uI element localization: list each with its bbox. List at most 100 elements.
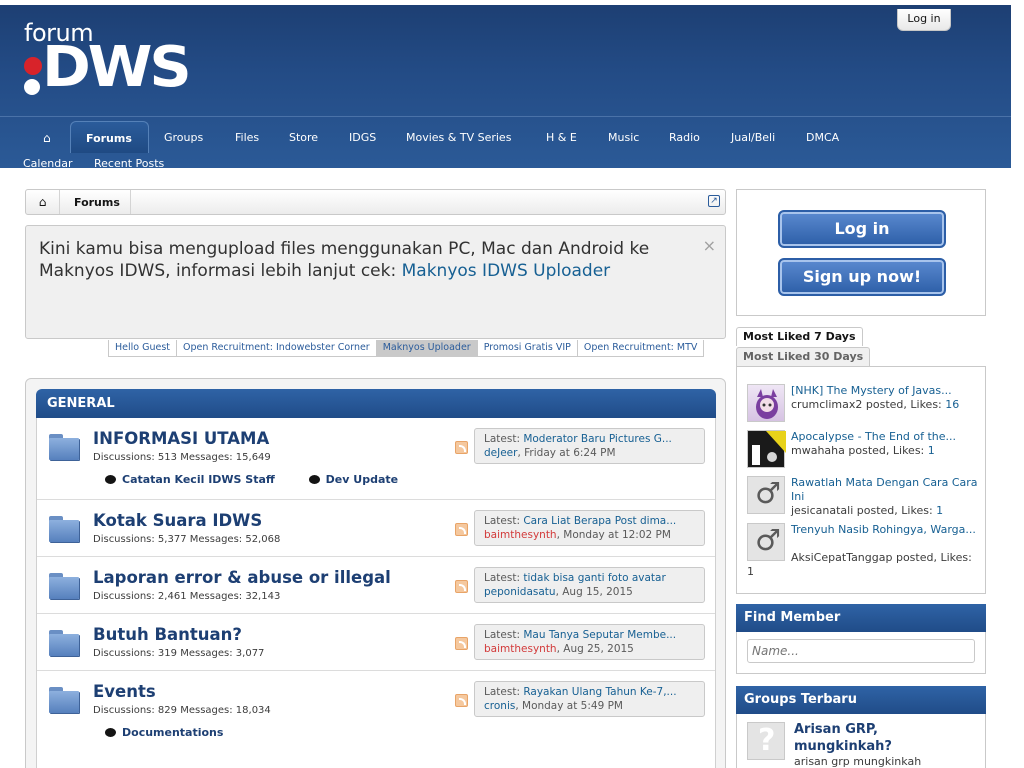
forum-title[interactable]: INFORMASI UTAMA bbox=[93, 429, 269, 448]
notice-link[interactable]: Maknyos IDWS Uploader bbox=[402, 261, 611, 281]
rss-icon[interactable] bbox=[455, 580, 468, 593]
forum-row: INFORMASI UTAMA Discussions: 513 Message… bbox=[37, 418, 715, 500]
rss-icon[interactable] bbox=[455, 523, 468, 536]
forum-list: GENERAL INFORMASI UTAMA Discussions: 513… bbox=[25, 378, 726, 768]
member-search-input[interactable] bbox=[747, 639, 975, 663]
rss-icon[interactable] bbox=[455, 637, 468, 650]
site-logo[interactable]: forum DWS bbox=[22, 19, 192, 109]
groups-body: Arisan GRP, mungkinkah? arisan grp mungk… bbox=[736, 714, 986, 768]
forum-stats: Discussions: 2,461 Messages: 32,143 bbox=[93, 591, 281, 602]
home-icon[interactable]: ⌂ bbox=[43, 131, 51, 145]
last-post-title[interactable]: Rayakan Ulang Tahun Ke-7,... bbox=[523, 686, 676, 698]
breadcrumb-home-icon[interactable]: ⌂ bbox=[26, 190, 60, 214]
last-post-title[interactable]: tidak bisa ganti foto avatar bbox=[523, 572, 665, 584]
login-button[interactable]: Log in bbox=[778, 210, 946, 248]
liked-meta: crumclimax2 posted, Likes: 16 bbox=[791, 398, 959, 412]
liked-title[interactable]: Rawatlah Mata Dengan Cara Cara Ini bbox=[791, 476, 981, 504]
group-description: arisan grp mungkinkah bbox=[794, 755, 922, 768]
liked-count[interactable]: 1 bbox=[936, 504, 943, 517]
subforum-link[interactable]: Documentations bbox=[105, 726, 223, 739]
folder-icon bbox=[49, 571, 79, 601]
tab-radio[interactable]: Radio bbox=[669, 131, 700, 144]
tab-idgs[interactable]: IDGS bbox=[349, 131, 376, 144]
liked-user[interactable]: jesicanatali bbox=[791, 504, 853, 517]
category-header[interactable]: GENERAL bbox=[36, 389, 716, 418]
last-post-title[interactable]: Cara Liat Berapa Post dima... bbox=[523, 515, 676, 527]
subnav-calendar[interactable]: Calendar bbox=[23, 157, 72, 170]
tab-jual-beli[interactable]: Jual/Beli bbox=[731, 131, 775, 144]
tab-most-liked-30[interactable]: Most Liked 30 Days bbox=[736, 347, 871, 366]
tab-groups[interactable]: Groups bbox=[164, 131, 203, 144]
notice-tab-promosi[interactable]: Promosi Gratis VIP bbox=[476, 340, 578, 357]
tab-h-e[interactable]: H & E bbox=[546, 131, 577, 144]
last-post: Latest: Moderator Baru Pictures G... deJ… bbox=[474, 428, 705, 464]
notice-tab-maknyos[interactable]: Maknyos Uploader bbox=[375, 340, 478, 357]
breadcrumb-forums[interactable]: Forums bbox=[74, 196, 120, 209]
notice-tabs: Hello Guest Open Recruitment: Indowebste… bbox=[108, 340, 705, 357]
tab-store[interactable]: Store bbox=[289, 131, 318, 144]
close-icon[interactable]: × bbox=[703, 236, 716, 255]
liked-count[interactable]: 1 bbox=[747, 565, 754, 579]
liked-title[interactable]: Trenyuh Nasib Rohingya, Warga... bbox=[791, 523, 981, 537]
last-post-user[interactable]: peponidasatu bbox=[484, 586, 556, 598]
tab-most-liked-7[interactable]: Most Liked 7 Days bbox=[736, 327, 863, 346]
folder-icon bbox=[49, 432, 79, 462]
liked-count[interactable]: 16 bbox=[945, 398, 959, 411]
male-avatar-icon[interactable] bbox=[747, 523, 785, 561]
groups-header: Groups Terbaru bbox=[736, 686, 986, 714]
liked-title[interactable]: Apocalypse - The End of the... bbox=[791, 430, 981, 444]
last-post-title[interactable]: Mau Tanya Seputar Membe... bbox=[523, 629, 676, 641]
last-post-title[interactable]: Moderator Baru Pictures G... bbox=[523, 433, 672, 445]
liked-meta: mwahaha posted, Likes: 1 bbox=[791, 444, 935, 458]
forum-row: Events Discussions: 829 Messages: 18,034… bbox=[37, 671, 715, 753]
most-liked-list: [NHK] The Mystery of Javas... crumclimax… bbox=[736, 366, 986, 594]
subforum-list: Catatan Kecil IDWS Staff Dev Update bbox=[105, 473, 428, 486]
notice-tab-hello[interactable]: Hello Guest bbox=[108, 340, 178, 357]
liked-item: Rawatlah Mata Dengan Cara Cara Ini jesic… bbox=[747, 476, 978, 520]
liked-posted: posted, Likes: bbox=[862, 398, 946, 411]
notice-tab-recruitment-corner[interactable]: Open Recruitment: Indowebster Corner bbox=[176, 340, 377, 357]
subforum-link[interactable]: Catatan Kecil IDWS Staff bbox=[105, 473, 275, 486]
last-post-user[interactable]: baimthesynth bbox=[484, 643, 557, 655]
forum-title[interactable]: Events bbox=[93, 682, 156, 701]
tab-files[interactable]: Files bbox=[235, 131, 259, 144]
folder-icon bbox=[49, 514, 79, 544]
notice-tab-recruitment-mtv[interactable]: Open Recruitment: MTV bbox=[576, 340, 705, 357]
last-post-time: , Friday at 6:24 PM bbox=[517, 447, 616, 459]
tab-movies[interactable]: Movies & TV Series bbox=[406, 131, 511, 144]
tab-music[interactable]: Music bbox=[608, 131, 639, 144]
last-post-label: Latest: bbox=[484, 515, 524, 527]
last-post-user[interactable]: cronis bbox=[484, 700, 515, 712]
liked-user[interactable]: mwahaha bbox=[791, 444, 845, 457]
avatar[interactable] bbox=[747, 430, 786, 468]
forum-title[interactable]: Kotak Suara IDWS bbox=[93, 511, 262, 530]
liked-user[interactable]: AksiCepatTanggap bbox=[791, 551, 892, 564]
header-login-link[interactable]: Log in bbox=[897, 9, 951, 31]
forum-stats: Discussions: 513 Messages: 15,649 bbox=[93, 452, 271, 463]
group-avatar-icon[interactable] bbox=[747, 722, 785, 760]
subforum-link[interactable]: Dev Update bbox=[308, 473, 398, 486]
signup-button[interactable]: Sign up now! bbox=[778, 258, 946, 296]
liked-count[interactable]: 1 bbox=[928, 444, 935, 457]
rss-icon[interactable] bbox=[455, 694, 468, 707]
liked-posted: posted, Likes: bbox=[844, 444, 928, 457]
group-title[interactable]: Arisan GRP, mungkinkah? bbox=[794, 721, 974, 755]
forum-title[interactable]: Butuh Bantuan? bbox=[93, 625, 242, 644]
last-post-user[interactable]: deJeer bbox=[484, 447, 517, 459]
last-post-label: Latest: bbox=[484, 629, 524, 641]
tab-forums[interactable]: Forums bbox=[70, 121, 149, 153]
male-avatar-icon[interactable] bbox=[747, 476, 785, 514]
liked-title[interactable]: [NHK] The Mystery of Javas... bbox=[791, 384, 981, 398]
subnav-recent-posts[interactable]: Recent Posts bbox=[94, 157, 164, 170]
avatar[interactable] bbox=[747, 384, 785, 422]
find-member-body bbox=[736, 632, 986, 674]
chat-bubble-icon bbox=[105, 728, 116, 737]
last-post-user[interactable]: baimthesynth bbox=[484, 529, 557, 541]
logo-dot-white bbox=[24, 79, 40, 95]
liked-user[interactable]: crumclimax2 bbox=[791, 398, 862, 411]
jump-to-icon[interactable]: ↗ bbox=[708, 195, 720, 207]
tab-dmca[interactable]: DMCA bbox=[806, 131, 839, 144]
rss-icon[interactable] bbox=[455, 441, 468, 454]
folder-icon bbox=[49, 628, 79, 658]
forum-title[interactable]: Laporan error & abuse or illegal bbox=[93, 568, 391, 587]
